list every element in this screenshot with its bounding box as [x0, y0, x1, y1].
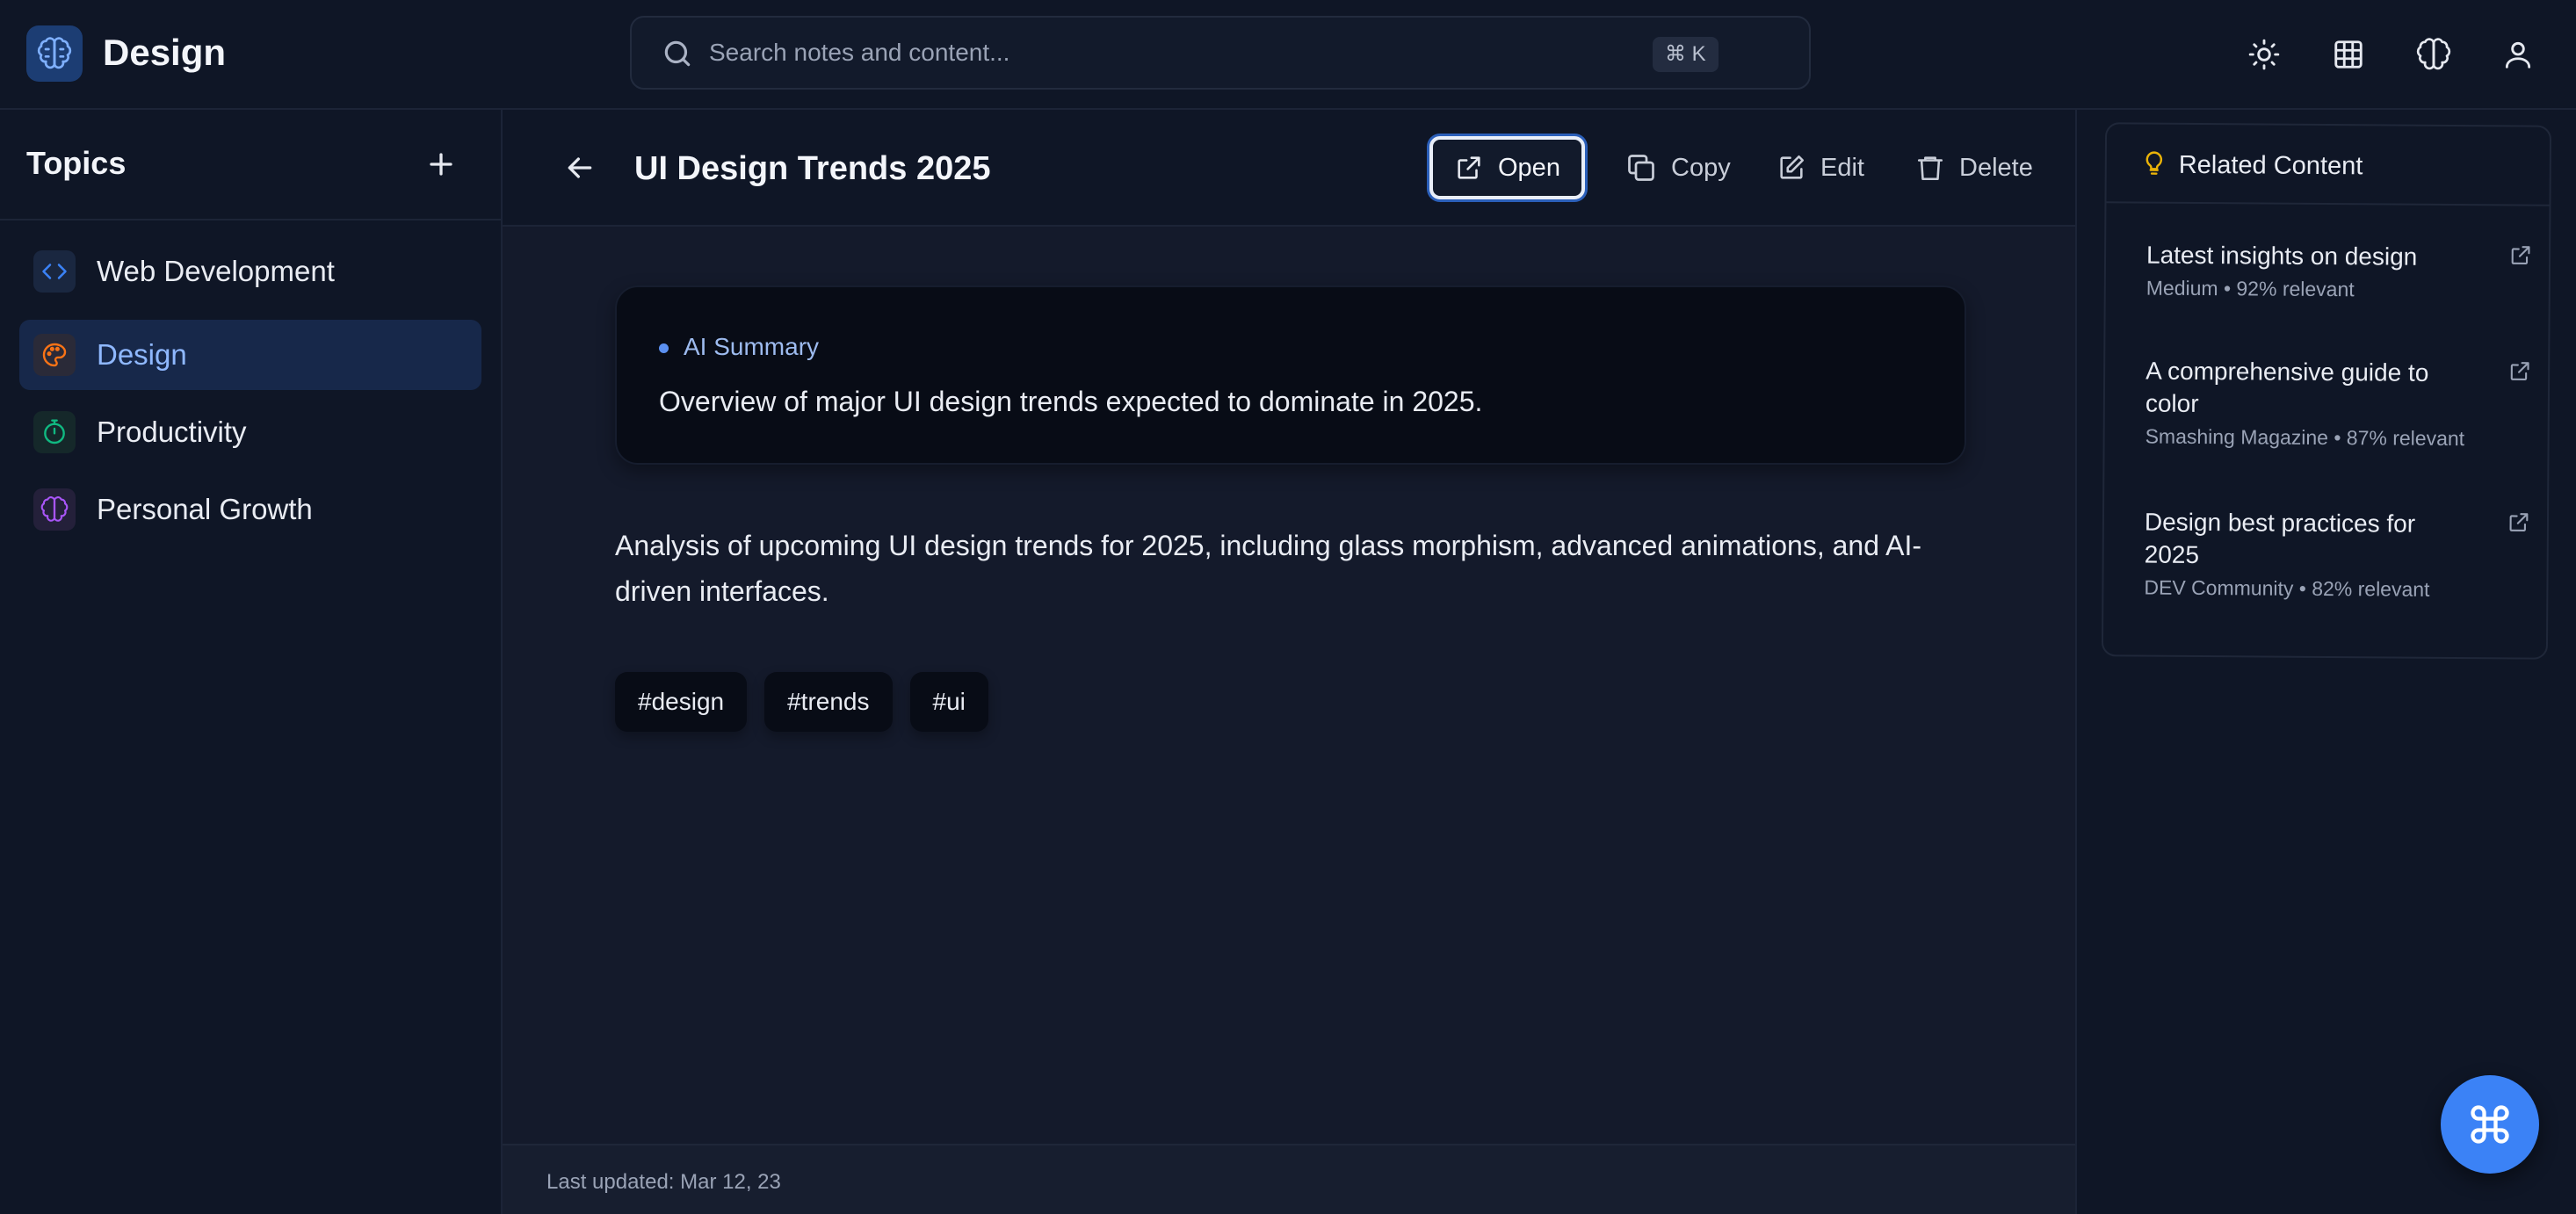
related-item-meta: DEV Community • 82% relevant [2144, 575, 2430, 601]
copy-icon [1628, 155, 1654, 181]
search-icon [661, 37, 694, 70]
open-button[interactable]: Open [1429, 136, 1585, 199]
brain-icon[interactable] [2412, 33, 2456, 76]
sidebar-item-label: Design [97, 338, 187, 371]
trash-icon [1917, 156, 1943, 181]
tag-ui[interactable]: #ui [909, 672, 988, 732]
plus-icon [430, 153, 452, 176]
external-link-icon[interactable] [2507, 509, 2531, 534]
app-title: Design [103, 32, 227, 73]
top-header: Design ⌘ K [0, 0, 2576, 110]
brain-icon [33, 488, 76, 531]
search-shortcut-badge: ⌘ K [1653, 37, 1719, 72]
back-button[interactable] [562, 150, 597, 185]
copy-button[interactable]: Copy [1604, 136, 1752, 199]
timer-icon [33, 411, 76, 453]
related-item-title: A comprehensive guide to color [2145, 357, 2429, 417]
topics-title: Topics [26, 145, 127, 181]
sun-icon[interactable] [2242, 33, 2286, 76]
related-title: Related Content [2178, 150, 2363, 181]
external-link-icon[interactable] [2508, 242, 2533, 267]
note-body: Analysis of upcoming UI design trends fo… [615, 530, 1922, 607]
ai-summary-text: Overview of major UI design trends expec… [659, 386, 1483, 417]
add-topic-button[interactable] [422, 145, 460, 184]
edit-button[interactable]: Edit [1755, 136, 1885, 199]
topics-sidebar: Topics Web Development Design Productivi… [0, 110, 503, 1214]
delete-button[interactable]: Delete [1894, 136, 2054, 199]
command-icon [2471, 1105, 2509, 1144]
ai-summary-card: AI Summary Overview of major UI design t… [615, 285, 1966, 465]
tag-design[interactable]: #design [615, 672, 748, 732]
related-panel: Related Content Latest insights on desig… [2075, 110, 2576, 1214]
sidebar-item-productivity[interactable]: Productivity [19, 397, 481, 467]
search-bar[interactable]: ⌘ K [630, 16, 1811, 90]
related-item-title: Latest insights on design [2145, 241, 2418, 271]
command-palette-button[interactable] [2441, 1075, 2539, 1174]
summary-dot-icon [659, 343, 669, 353]
related-item[interactable]: A comprehensive guide to color Smashing … [2145, 355, 2533, 452]
search-input[interactable] [709, 33, 1060, 72]
related-item[interactable]: Design best practices for 2025 DEV Commu… [2144, 506, 2531, 603]
sidebar-item-label: Web Development [97, 255, 335, 287]
tag-list: #design #trends #ui [615, 672, 988, 732]
related-header: Related Content [2106, 124, 2551, 206]
edit-label: Edit [1820, 153, 1864, 182]
related-item-meta: Smashing Magazine • 87% relevant [2145, 424, 2465, 451]
tag-trends[interactable]: #trends [764, 672, 893, 732]
ai-summary-label: AI Summary [684, 333, 820, 360]
sidebar-item-label: Personal Growth [97, 493, 313, 525]
note-toolbar: UI Design Trends 2025 Open Copy Edit Del… [503, 110, 2075, 227]
grid-icon[interactable] [2326, 33, 2370, 76]
open-label: Open [1498, 153, 1560, 182]
note-title: UI Design Trends 2025 [634, 150, 991, 187]
edit-icon [1780, 155, 1805, 179]
delete-label: Delete [1959, 153, 2033, 182]
palette-icon [33, 334, 76, 376]
brain-logo-icon[interactable] [26, 25, 83, 82]
sidebar-item-design[interactable]: Design [19, 320, 481, 390]
arrow-left-icon [568, 157, 592, 178]
copy-label: Copy [1671, 153, 1731, 182]
code-icon [33, 250, 76, 293]
sidebar-item-personal-growth[interactable]: Personal Growth [19, 474, 481, 545]
last-updated: Last updated: Mar 12, 23 [546, 1170, 781, 1194]
related-item[interactable]: Latest insights on design Medium • 92% r… [2146, 239, 2533, 303]
related-content-card: Related Content Latest insights on desig… [2101, 122, 2552, 660]
sidebar-item-label: Productivity [97, 416, 247, 448]
sidebar-item-web-development[interactable]: Web Development [19, 236, 481, 307]
related-item-title: Design best practices for 2025 [2144, 508, 2416, 568]
related-item-meta: Medium • 92% relevant [2145, 276, 2355, 301]
external-link-icon [1458, 156, 1480, 179]
note-detail: UI Design Trends 2025 Open Copy Edit Del… [503, 110, 2075, 1214]
user-icon[interactable] [2496, 33, 2540, 76]
note-footer: Last updated: Mar 12, 23 [503, 1144, 2075, 1214]
lightbulb-icon [2140, 148, 2168, 179]
topics-header: Topics [0, 110, 501, 220]
external-link-icon[interactable] [2507, 358, 2532, 383]
